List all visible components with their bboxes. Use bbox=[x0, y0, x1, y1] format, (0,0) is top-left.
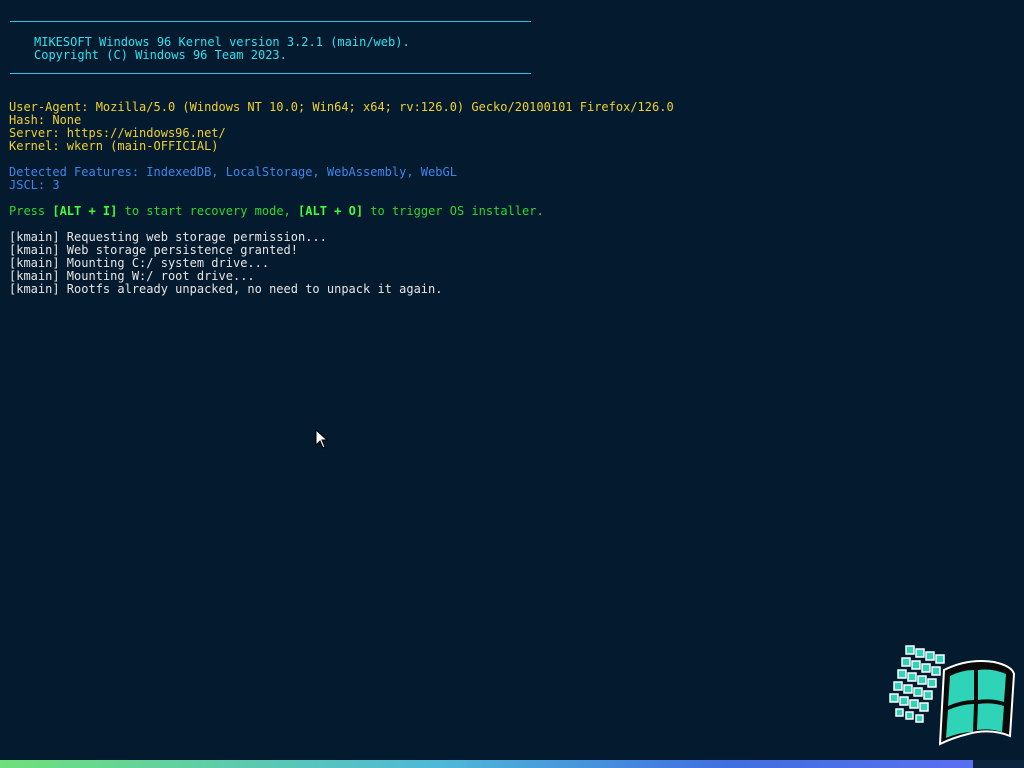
boot-progress-bar bbox=[0, 760, 1024, 768]
banner-copyright: Copyright (C) Windows 96 Team 2023. bbox=[34, 48, 287, 62]
jscl-line: JSCL: 3 bbox=[9, 178, 60, 192]
hint-press: Press bbox=[9, 204, 53, 218]
kernel-line: Kernel: wkern (main-OFFICIAL) bbox=[9, 139, 219, 153]
system-info: User-Agent: Mozilla/5.0 (Windows NT 10.0… bbox=[9, 101, 674, 153]
windows96-logo bbox=[889, 645, 1016, 746]
features-info: Detected Features: IndexedDB, LocalStora… bbox=[9, 166, 457, 192]
recovery-shortcut: [ALT + I] bbox=[52, 204, 118, 218]
banner-bottom-rule bbox=[10, 73, 531, 74]
mouse-pointer-icon bbox=[315, 429, 329, 449]
hint-end: to trigger OS installer. bbox=[363, 204, 544, 218]
recovery-hint: Press [ALT + I] to start recovery mode, … bbox=[9, 205, 544, 218]
boot-screen: { "banner": { "line1": "MIKESOFT Windows… bbox=[0, 0, 1024, 768]
kernel-banner: MIKESOFT Windows 96 Kernel version 3.2.1… bbox=[34, 36, 410, 62]
installer-shortcut: [ALT + O] bbox=[298, 204, 364, 218]
kernel-log: [kmain] Requesting web storage permissio… bbox=[9, 231, 442, 296]
logo-flag bbox=[938, 660, 1016, 746]
hint-mid: to start recovery mode, bbox=[117, 204, 299, 218]
user-agent-line: User-Agent: Mozilla/5.0 (Windows NT 10.0… bbox=[9, 100, 674, 114]
logo-trail bbox=[889, 645, 945, 723]
recovery-hint-line: Press [ALT + I] to start recovery mode, … bbox=[9, 205, 544, 218]
detected-features-line: Detected Features: IndexedDB, LocalStora… bbox=[9, 165, 457, 179]
log-line: [kmain] Rootfs already unpacked, no need… bbox=[9, 282, 443, 296]
boot-progress-fill bbox=[0, 760, 973, 768]
banner-top-rule bbox=[10, 21, 531, 22]
